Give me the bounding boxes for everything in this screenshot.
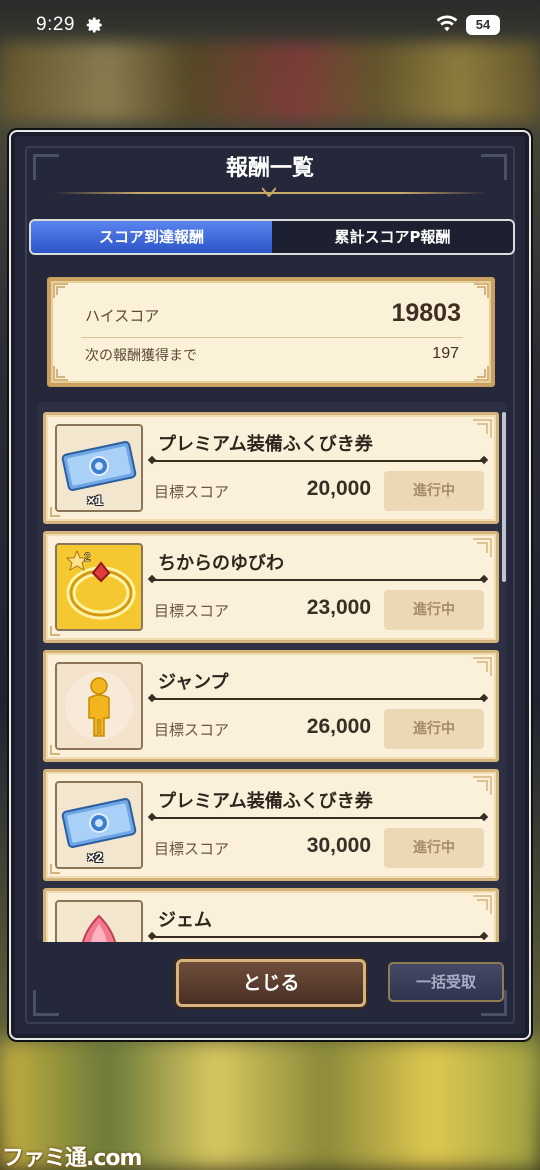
reward-item[interactable]: ×2 プレミアム装備ふくびき券 目標スコア 30,000 進行中 bbox=[43, 769, 499, 881]
high-score-label: ハイスコア bbox=[85, 307, 160, 325]
target-score-value: 30,000 bbox=[306, 834, 371, 857]
reward-divider bbox=[152, 817, 484, 819]
status-badge: 進行中 bbox=[384, 590, 484, 630]
corner-ornament-icon bbox=[53, 283, 68, 298]
reward-name: ジャンプ bbox=[158, 672, 229, 693]
jump-figure-icon bbox=[55, 662, 143, 750]
ring-icon: 2 bbox=[55, 543, 143, 631]
panel-divider bbox=[81, 337, 463, 338]
target-score-value: 23,000 bbox=[306, 596, 371, 619]
ticket-icon: ×1 bbox=[55, 424, 143, 512]
gem-icon bbox=[55, 900, 143, 942]
status-badge: 進行中 bbox=[384, 828, 484, 868]
reward-item[interactable]: ジェム bbox=[43, 888, 499, 942]
list-scrollbar[interactable] bbox=[502, 412, 506, 582]
corner-ornament-icon bbox=[474, 283, 489, 298]
score-summary-panel: ハイスコア 19803 次の報酬獲得まで 197 bbox=[47, 277, 495, 387]
rewards-dialog: 報酬一覧 スコア到達報酬 累計スコアP報酬 ハイスコア 19803 次の報酬獲得… bbox=[9, 130, 531, 1040]
gear-icon bbox=[86, 17, 102, 33]
reward-item[interactable]: ジャンプ 目標スコア 26,000 進行中 bbox=[43, 650, 499, 762]
status-badge: 進行中 bbox=[384, 709, 484, 749]
tab-bar: スコア到達報酬 累計スコアP報酬 bbox=[29, 219, 515, 255]
ticket-icon: ×2 bbox=[55, 781, 143, 869]
reward-name: プレミアム装備ふくびき券 bbox=[158, 434, 373, 455]
reward-divider bbox=[152, 460, 484, 462]
bulk-receive-button[interactable]: 一括受取 bbox=[388, 962, 504, 1002]
reward-divider bbox=[152, 936, 484, 938]
reward-quantity: ×2 bbox=[87, 849, 103, 865]
corner-ornament-icon bbox=[473, 419, 492, 438]
wifi-icon bbox=[436, 15, 458, 32]
reward-list[interactable]: ×1 プレミアム装備ふくびき券 目標スコア 20,000 進行中 2 ちからのゆ… bbox=[37, 402, 507, 942]
reward-name: ちからのゆびわ bbox=[158, 553, 284, 574]
next-reward-label: 次の報酬獲得まで bbox=[85, 348, 197, 364]
tab-cumulative-score-rewards[interactable]: 累計スコアP報酬 bbox=[272, 221, 513, 253]
reward-name: ジェム bbox=[158, 910, 212, 931]
next-reward-value: 197 bbox=[432, 345, 459, 362]
corner-ornament-icon bbox=[474, 366, 489, 381]
reward-divider bbox=[152, 698, 484, 700]
corner-ornament-icon bbox=[473, 776, 492, 795]
status-bar: 9:29 54 bbox=[0, 0, 540, 44]
frame-corner bbox=[33, 990, 59, 1016]
reward-name: プレミアム装備ふくびき券 bbox=[158, 791, 373, 812]
reward-quantity: ×1 bbox=[87, 492, 103, 508]
corner-ornament-icon bbox=[473, 895, 492, 914]
corner-ornament-icon bbox=[473, 657, 492, 676]
battery-indicator: 54 bbox=[466, 15, 500, 35]
rarity-badge: 2 bbox=[84, 550, 91, 564]
divider-ornament-icon bbox=[262, 187, 276, 197]
target-score-value: 26,000 bbox=[306, 715, 371, 738]
tab-score-reached-rewards[interactable]: スコア到達報酬 bbox=[31, 221, 272, 253]
close-button[interactable]: とじる bbox=[176, 959, 366, 1007]
watermark-logo: ファミ通.com bbox=[2, 1146, 142, 1170]
target-score-label: 目標スコア bbox=[154, 483, 230, 501]
corner-ornament-icon bbox=[53, 366, 68, 381]
reward-divider bbox=[152, 579, 484, 581]
target-score-label: 目標スコア bbox=[154, 721, 230, 739]
target-score-label: 目標スコア bbox=[154, 602, 230, 620]
blurred-top-hud bbox=[0, 42, 540, 122]
target-score-label: 目標スコア bbox=[154, 840, 230, 858]
status-badge: 進行中 bbox=[384, 471, 484, 511]
status-time: 9:29 bbox=[36, 14, 75, 35]
reward-item[interactable]: ×1 プレミアム装備ふくびき券 目標スコア 20,000 進行中 bbox=[43, 412, 499, 524]
reward-item[interactable]: 2 ちからのゆびわ 目標スコア 23,000 進行中 bbox=[43, 531, 499, 643]
target-score-value: 20,000 bbox=[306, 477, 371, 500]
corner-ornament-icon bbox=[473, 538, 492, 557]
dialog-title: 報酬一覧 bbox=[225, 156, 314, 181]
high-score-value: 19803 bbox=[391, 299, 461, 327]
